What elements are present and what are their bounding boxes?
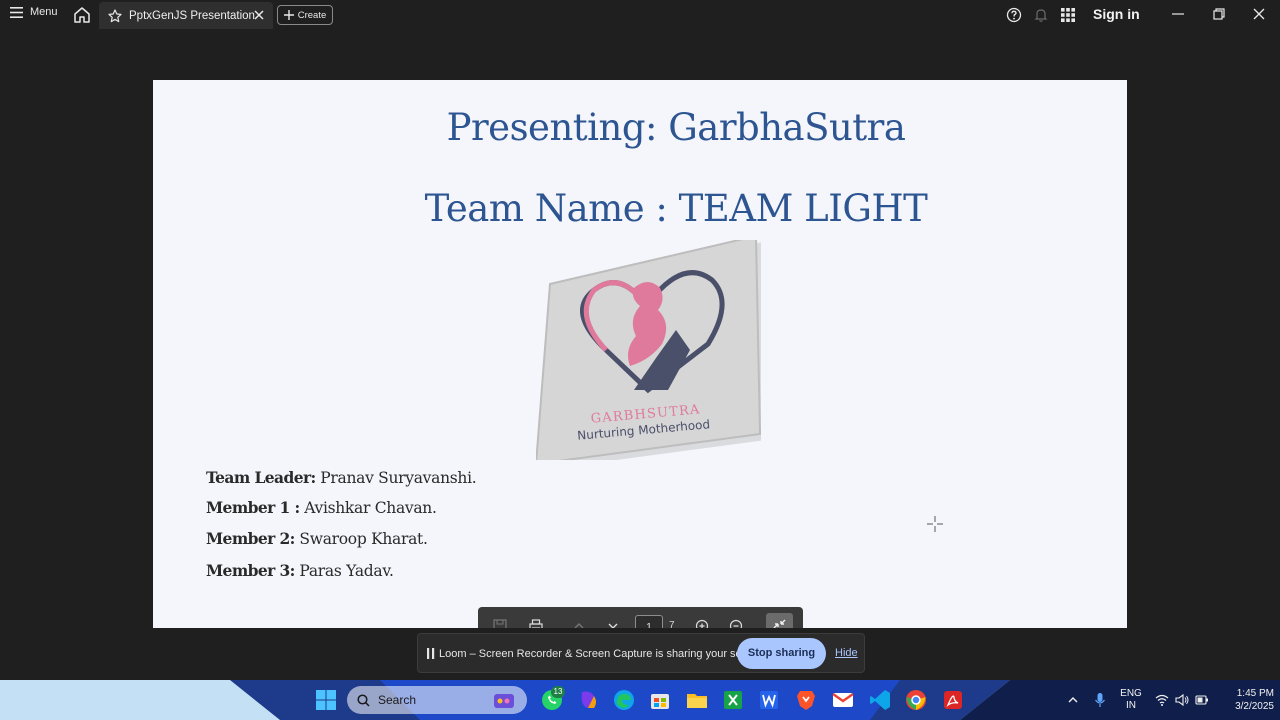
pause-icon[interactable] [427, 648, 435, 659]
star-icon[interactable] [108, 8, 122, 23]
tab-pptxgenjs-presentation[interactable]: PptxGenJS Presentation [99, 2, 273, 29]
brave-icon[interactable] [794, 688, 818, 712]
create-label: Create [297, 9, 327, 21]
vscode-icon[interactable] [868, 688, 892, 712]
windows-start-icon[interactable] [314, 688, 338, 712]
edge-icon[interactable] [612, 688, 636, 712]
create-button[interactable]: Create [277, 5, 333, 25]
taskbar-wallpaper [230, 680, 1280, 720]
member-role: Member 2: [206, 529, 295, 548]
acrobat-icon[interactable] [941, 688, 965, 712]
excel-icon[interactable] [721, 688, 745, 712]
file-explorer-icon[interactable] [685, 688, 709, 712]
zoom-in-icon[interactable] [695, 619, 709, 628]
tab-title: PptxGenJS Presentation [129, 9, 255, 22]
member-name: Avishkar Chavan. [299, 499, 437, 517]
crosshair-cursor-icon [927, 516, 943, 532]
garbhsutra-logo-card: GARBHSUTRA Nurturing Motherhood [534, 234, 766, 470]
windows-taskbar: Search 13 ENG IN 1:45 PM 3/2/2025 [0, 680, 1280, 720]
taskbar-clock[interactable]: 1:45 PM 3/2/2025 [1216, 687, 1274, 713]
volume-icon[interactable] [1175, 693, 1189, 707]
app-top-bar: Menu PptxGenJS Presentation Create Sign … [0, 0, 1280, 30]
screen: Menu PptxGenJS Presentation Create Sign … [0, 0, 1280, 720]
member-role: Member 3: [206, 561, 295, 580]
home-icon[interactable] [72, 5, 92, 25]
zoom-out-icon[interactable] [729, 619, 743, 628]
whatsapp-badge: 13 [551, 686, 565, 698]
close-window-icon[interactable] [1251, 6, 1267, 22]
menu-button[interactable]: Menu [10, 6, 58, 18]
apps-grid-icon[interactable] [1060, 7, 1076, 23]
page-total: 7 [669, 620, 675, 628]
microphone-icon[interactable] [1094, 692, 1106, 708]
minimize-icon[interactable] [1170, 6, 1186, 22]
exit-fullscreen-icon [773, 619, 786, 628]
copilot-widget-icon[interactable] [492, 688, 516, 712]
battery-icon[interactable] [1195, 694, 1209, 706]
member-2-line: Member 2: Swaroop Kharat. [206, 529, 428, 548]
next-page-icon[interactable] [606, 619, 620, 628]
stop-sharing-button[interactable]: Stop sharing [737, 638, 826, 669]
clock-time: 1:45 PM [1236, 688, 1274, 699]
previous-page-icon[interactable] [572, 619, 586, 628]
hamburger-icon [10, 6, 23, 18]
slide-title-presenting: Presenting: GarbhaSutra [446, 106, 906, 149]
search-icon [357, 693, 370, 707]
plus-icon [283, 10, 294, 20]
slide-title-team-name: Team Name : TEAM LIGHT [424, 187, 928, 230]
loom-sharing-banner: Loom – Screen Recorder & Screen Capture … [417, 633, 865, 673]
page-number-input[interactable]: 1 [635, 615, 663, 628]
region-code: IN [1126, 700, 1136, 711]
member-role: Team Leader: [206, 468, 316, 487]
hide-banner-link[interactable]: Hide [835, 647, 858, 659]
clock-date: 3/2/2025 [1235, 701, 1274, 712]
garbhsutra-logo-icon: GARBHSUTRA Nurturing Motherhood [534, 234, 766, 470]
exit-fullscreen-button[interactable] [766, 613, 793, 628]
chrome-icon[interactable] [904, 688, 928, 712]
member-3-line: Member 3: Paras Yadav. [206, 561, 394, 580]
team-leader-line: Team Leader: Pranav Suryavanshi. [206, 468, 477, 487]
help-icon[interactable] [1006, 7, 1022, 23]
notification-bell-icon[interactable] [1033, 7, 1049, 23]
microsoft-365-icon[interactable] [576, 688, 600, 712]
word-icon[interactable] [757, 688, 781, 712]
restore-icon[interactable] [1211, 6, 1227, 22]
presentation-slide: Presenting: GarbhaSutra Team Name : TEAM… [153, 80, 1127, 628]
wifi-icon[interactable] [1155, 693, 1169, 707]
member-name: Paras Yadav. [294, 562, 394, 580]
member-name: Swaroop Kharat. [294, 530, 428, 548]
member-1-line: Member 1 : Avishkar Chavan. [206, 498, 437, 517]
language-indicator[interactable]: ENG IN [1119, 688, 1143, 712]
chevron-up-icon[interactable] [1067, 694, 1079, 706]
member-name: Pranav Suryavanshi. [315, 469, 477, 487]
search-label: Search [378, 693, 417, 707]
loom-sharing-message: Loom – Screen Recorder & Screen Capture … [439, 648, 767, 660]
print-icon[interactable] [529, 619, 543, 628]
close-tab-icon[interactable] [253, 9, 265, 21]
gmail-icon[interactable] [831, 688, 855, 712]
save-icon[interactable] [493, 619, 507, 628]
menu-label: Menu [30, 6, 58, 18]
member-role: Member 1 : [206, 498, 300, 517]
sign-in-button[interactable]: Sign in [1093, 6, 1140, 22]
microsoft-store-icon[interactable] [648, 688, 672, 712]
language-code: ENG [1120, 688, 1142, 699]
pdf-viewer-toolbar: 1 7 [478, 607, 803, 628]
